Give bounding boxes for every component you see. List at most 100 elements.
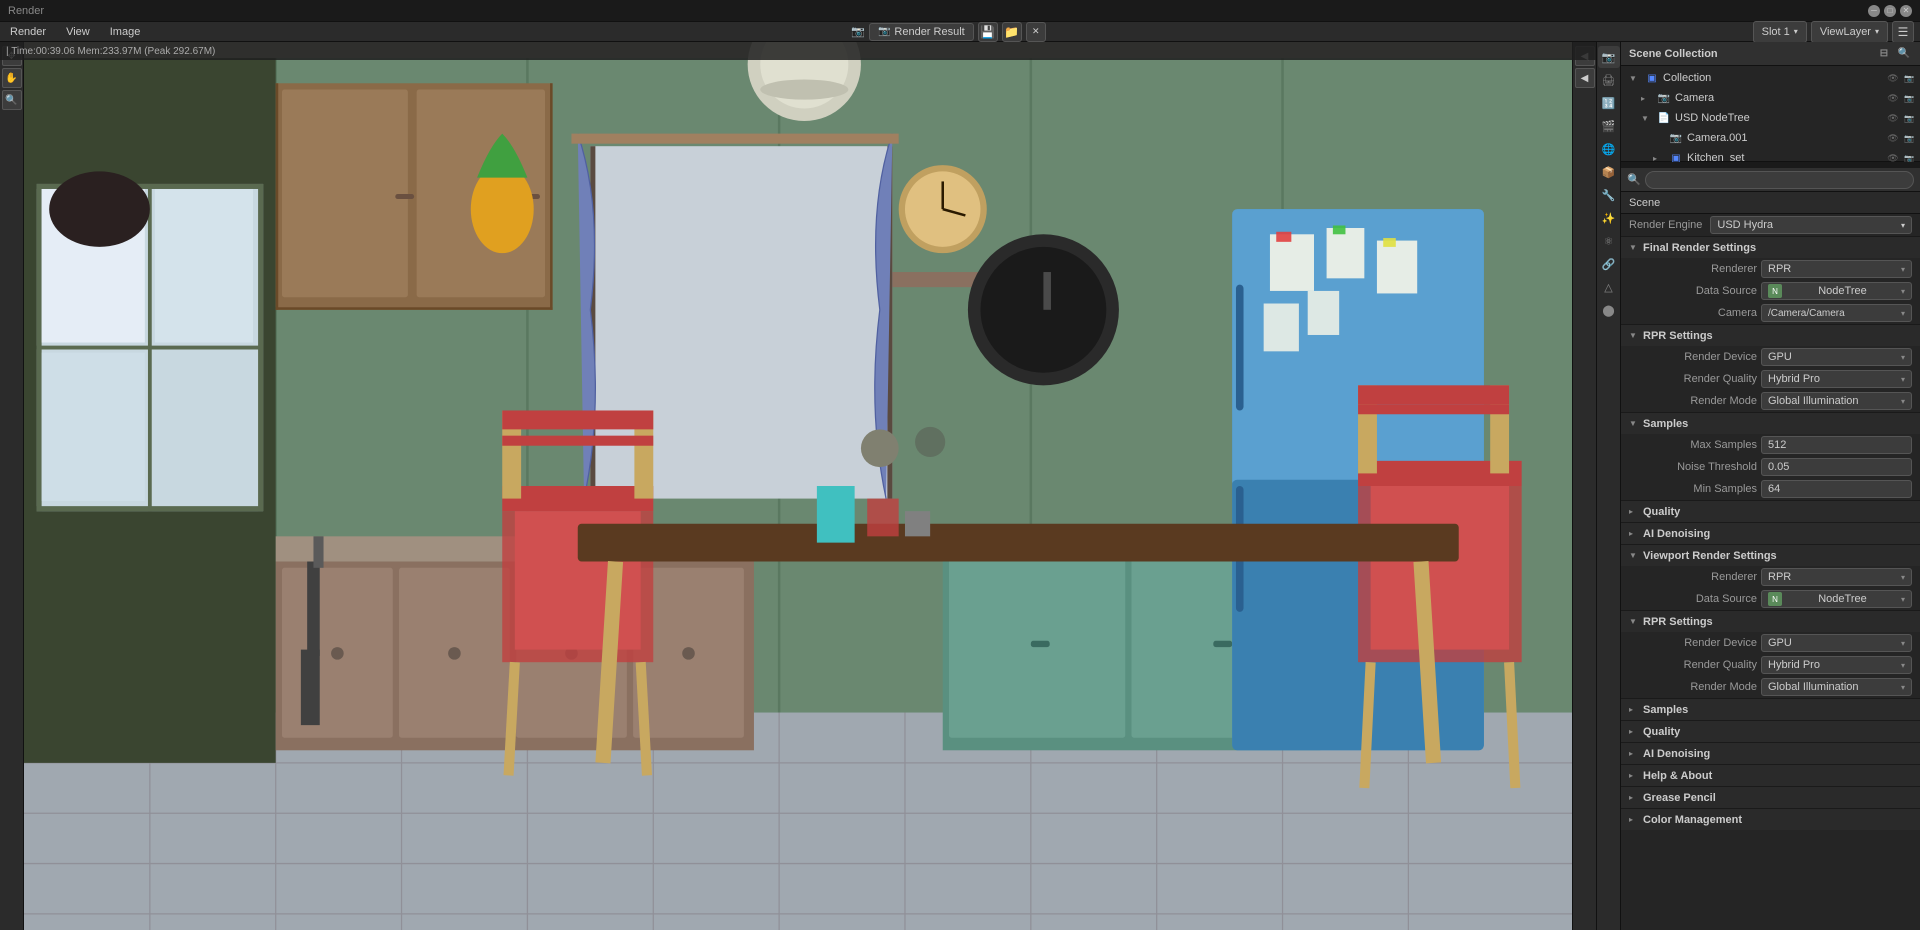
- prop-label-mode: Render Mode: [1637, 395, 1757, 407]
- section-help[interactable]: ▸ Help & About: [1621, 764, 1920, 786]
- slot-label: Slot 1: [1762, 26, 1790, 38]
- toolbar-close-render[interactable]: ✕: [1026, 22, 1046, 42]
- minimize-button[interactable]: ─: [1868, 5, 1880, 17]
- prop-value-vp-quality[interactable]: Hybrid Pro ▾: [1761, 656, 1912, 674]
- search-bar: 🔍: [1621, 168, 1920, 192]
- prop-datasource-text: NodeTree: [1818, 285, 1867, 297]
- section-arrow-grease: ▸: [1629, 793, 1639, 802]
- prop-value-mode[interactable]: Global Illumination ▾: [1761, 392, 1912, 410]
- prop-value-quality[interactable]: Hybrid Pro ▾: [1761, 370, 1912, 388]
- section-quality-vp-collapsed[interactable]: ▸ Quality: [1621, 720, 1920, 742]
- section-arrow-color: ▸: [1629, 815, 1639, 824]
- prop-label-vp-quality: Render Quality: [1637, 659, 1757, 671]
- search-collection-icon[interactable]: 🔍: [1896, 46, 1912, 62]
- prop-value-noise[interactable]: 0.05: [1761, 458, 1912, 476]
- prop-icon-render[interactable]: 📷: [1598, 46, 1620, 68]
- view-layer-select[interactable]: ViewLayer ▾: [1811, 21, 1888, 43]
- prop-icon-constraints[interactable]: 🔗: [1598, 253, 1620, 275]
- eye-icon-0[interactable]: 👁: [1886, 71, 1900, 85]
- section-title-quality-c: Quality: [1643, 506, 1680, 518]
- section-rpr-viewport[interactable]: ▼ RPR Settings: [1621, 610, 1920, 632]
- viewport-container: | Time:00:39.06 Mem:233.97M (Peak 292.67…: [0, 42, 1596, 930]
- section-arrow-viewport: ▼: [1629, 551, 1639, 560]
- prop-icon-physics[interactable]: ⚛: [1598, 230, 1620, 252]
- prop-label-maxsamples: Max Samples: [1637, 439, 1757, 451]
- prop-value-maxsamples[interactable]: 512: [1761, 436, 1912, 454]
- prop-icon-data[interactable]: △: [1598, 276, 1620, 298]
- prop-row-vp-quality: Render Quality Hybrid Pro ▾: [1621, 654, 1920, 676]
- section-viewport-render[interactable]: ▼ Viewport Render Settings: [1621, 544, 1920, 566]
- section-arrow-quality-c: ▸: [1629, 507, 1639, 516]
- section-rpr-final[interactable]: ▼ RPR Settings: [1621, 324, 1920, 346]
- view-layer-label: ViewLayer: [1820, 26, 1871, 38]
- prop-value-camera[interactable]: /Camera/Camera ▾: [1761, 304, 1912, 322]
- menu-image[interactable]: Image: [106, 26, 145, 38]
- chevron-renderer: ▾: [1901, 265, 1905, 274]
- tree-item-collection[interactable]: ▼ ▣ Collection 👁 📷: [1621, 68, 1920, 88]
- prop-quality-text: Hybrid Pro: [1768, 373, 1820, 385]
- section-quality-collapsed[interactable]: ▸ Quality: [1621, 500, 1920, 522]
- section-color-mgmt[interactable]: ▸ Color Management: [1621, 808, 1920, 830]
- section-title-viewport: Viewport Render Settings: [1643, 550, 1777, 562]
- tool-hand[interactable]: ✋: [2, 68, 22, 88]
- prop-icon-output[interactable]: 🖨: [1598, 69, 1620, 91]
- prop-row-camera: Camera /Camera/Camera ▾: [1621, 302, 1920, 324]
- prop-value-device[interactable]: GPU ▾: [1761, 348, 1912, 366]
- prop-value-minsamples[interactable]: 64: [1761, 480, 1912, 498]
- cam-icon-0[interactable]: 📷: [1902, 71, 1916, 85]
- prop-value-vp-renderer[interactable]: RPR ▾: [1761, 568, 1912, 586]
- section-ai-vp-collapsed[interactable]: ▸ AI Denoising: [1621, 742, 1920, 764]
- toolbar-save-icon[interactable]: 💾: [978, 22, 998, 42]
- prop-icon-view-layer[interactable]: 🔢: [1598, 92, 1620, 114]
- menu-view[interactable]: View: [62, 26, 94, 38]
- header-menu-icon[interactable]: ☰: [1892, 21, 1914, 43]
- section-ai-denoising-collapsed[interactable]: ▸ AI Denoising: [1621, 522, 1920, 544]
- node-icon-vp: N: [1768, 592, 1782, 606]
- section-title-samples-vp: Samples: [1643, 704, 1688, 716]
- eye-icon-2[interactable]: 👁: [1886, 111, 1900, 125]
- section-grease[interactable]: ▸ Grease Pencil: [1621, 786, 1920, 808]
- search-input[interactable]: [1645, 171, 1914, 189]
- prop-value-vp-device[interactable]: GPU ▾: [1761, 634, 1912, 652]
- slot-select[interactable]: Slot 1 ▾: [1753, 21, 1807, 43]
- chevron-datasource: ▾: [1901, 287, 1905, 296]
- prop-icon-scene[interactable]: 🎬: [1598, 115, 1620, 137]
- render-engine-value[interactable]: USD Hydra ▾: [1710, 216, 1912, 234]
- cam-icon-3[interactable]: 📷: [1902, 131, 1916, 145]
- maximize-button[interactable]: □: [1884, 5, 1896, 17]
- prop-icon-modifier[interactable]: 🔧: [1598, 184, 1620, 206]
- tree-item-camera[interactable]: ▸ 📷 Camera 👁 📷: [1621, 88, 1920, 108]
- eye-icon-1[interactable]: 👁: [1886, 91, 1900, 105]
- section-samples[interactable]: ▼ Samples: [1621, 412, 1920, 434]
- prop-value-datasource[interactable]: N NodeTree ▾: [1761, 282, 1912, 300]
- prop-icon-material[interactable]: ⬤: [1598, 299, 1620, 321]
- prop-value-renderer[interactable]: RPR ▾: [1761, 260, 1912, 278]
- prop-value-vp-datasource[interactable]: N NodeTree ▾: [1761, 590, 1912, 608]
- section-final-render[interactable]: ▼ Final Render Settings: [1621, 236, 1920, 258]
- prop-icon-object[interactable]: 📦: [1598, 161, 1620, 183]
- filter-icon[interactable]: ⊟: [1876, 46, 1892, 62]
- chevron-vp-renderer: ▾: [1901, 573, 1905, 582]
- prop-row-maxsamples: Max Samples 512: [1621, 434, 1920, 456]
- cam-icon-1[interactable]: 📷: [1902, 91, 1916, 105]
- prop-label-minsamples: Min Samples: [1637, 483, 1757, 495]
- rto-nav-icon-2[interactable]: ◀: [1575, 68, 1595, 88]
- tool-zoom[interactable]: 🔍: [2, 90, 22, 110]
- section-arrow-rpr-vp: ▼: [1629, 617, 1639, 626]
- chevron-vp-mode: ▾: [1901, 683, 1905, 692]
- prop-icon-world[interactable]: 🌐: [1598, 138, 1620, 160]
- render-engine-label: Render Engine: [1629, 219, 1702, 231]
- menu-render[interactable]: Render: [6, 26, 50, 38]
- close-button[interactable]: ✕: [1900, 5, 1912, 17]
- tree-item-usd[interactable]: ▼ 📄 USD NodeTree 👁 📷: [1621, 108, 1920, 128]
- tree-item-camera001[interactable]: 📷 Camera.001 👁 📷: [1621, 128, 1920, 148]
- cam-icon-2[interactable]: 📷: [1902, 111, 1916, 125]
- chevron-device: ▾: [1901, 353, 1905, 362]
- prop-value-vp-mode[interactable]: Global Illumination ▾: [1761, 678, 1912, 696]
- eye-icon-3[interactable]: 👁: [1886, 131, 1900, 145]
- tree-label-camera001: Camera.001: [1687, 132, 1882, 144]
- prop-icon-particles[interactable]: ✨: [1598, 207, 1620, 229]
- scene-collection-header: Scene Collection ⊟ 🔍: [1621, 42, 1920, 66]
- section-samples-vp-collapsed[interactable]: ▸ Samples: [1621, 698, 1920, 720]
- toolbar-folder-icon[interactable]: 📁: [1002, 22, 1022, 42]
